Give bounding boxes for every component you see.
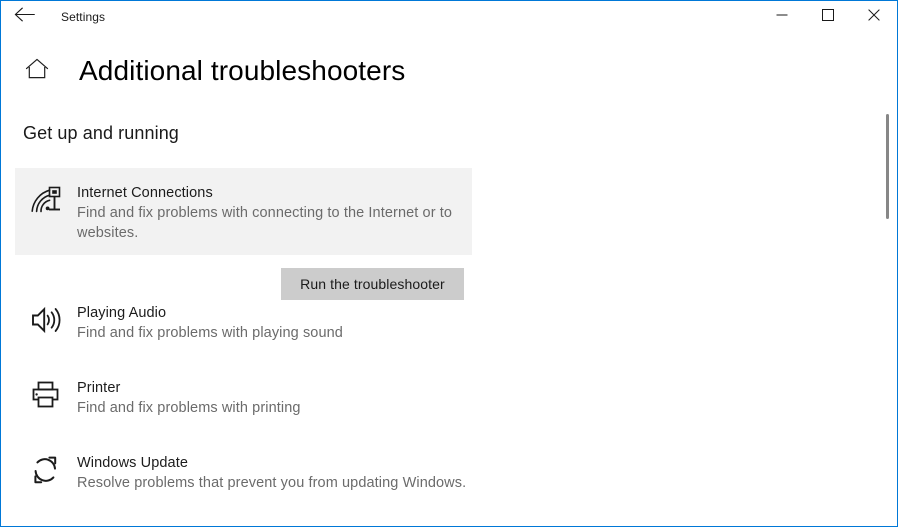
minimize-button[interactable] xyxy=(759,1,805,32)
troubleshooter-text: Windows Update Resolve problems that pre… xyxy=(65,453,466,493)
internet-connections-icon xyxy=(27,183,65,221)
home-button[interactable] xyxy=(15,49,59,93)
page-header: Additional troubleshooters xyxy=(1,49,405,93)
troubleshooter-name: Playing Audio xyxy=(77,305,167,321)
troubleshooter-name: Windows Update xyxy=(77,455,189,471)
troubleshooter-description: Find and fix problems with printing xyxy=(77,400,301,416)
troubleshooter-text: Playing Audio Find and fix problems with… xyxy=(65,303,343,343)
troubleshooter-text: Internet Connections Find and fix proble… xyxy=(65,183,469,243)
back-arrow-icon xyxy=(14,6,35,27)
close-button[interactable] xyxy=(851,1,897,32)
troubleshooter-item-printer[interactable]: Printer Find and fix problems with print… xyxy=(27,363,897,421)
troubleshooter-description: Resolve problems that prevent you from u… xyxy=(77,475,467,491)
app-title: Settings xyxy=(61,9,106,24)
troubleshooter-name: Printer xyxy=(77,380,121,396)
troubleshooter-text: Printer Find and fix problems with print… xyxy=(65,378,301,418)
close-icon xyxy=(868,8,880,26)
troubleshooter-list: Internet Connections Find and fix proble… xyxy=(1,168,897,496)
scrollbar-thumb[interactable] xyxy=(886,114,889,219)
caption-buttons xyxy=(759,1,897,32)
troubleshooter-item-windows-update[interactable]: Windows Update Resolve problems that pre… xyxy=(27,438,897,496)
minimize-icon xyxy=(776,8,788,26)
section-heading: Get up and running xyxy=(23,123,179,143)
title-bar: Settings xyxy=(1,1,897,32)
troubleshooter-row: Windows Update Resolve problems that pre… xyxy=(27,453,897,493)
page-title: Additional troubleshooters xyxy=(79,55,406,86)
troubleshooter-row: Playing Audio Find and fix problems with… xyxy=(27,303,897,343)
back-button[interactable] xyxy=(1,1,47,32)
home-icon xyxy=(24,57,50,86)
troubleshooter-row: Internet Connections Find and fix proble… xyxy=(27,183,472,243)
maximize-button[interactable] xyxy=(805,1,851,32)
settings-window: Settings Additional troubleshooters Get … xyxy=(0,0,898,527)
troubleshooter-item-internet-connections[interactable]: Internet Connections Find and fix proble… xyxy=(15,168,472,255)
run-troubleshooter-button[interactable]: Run the troubleshooter xyxy=(281,268,464,300)
troubleshooter-name: Internet Connections xyxy=(77,185,213,201)
sync-refresh-icon xyxy=(27,453,65,491)
speaker-icon xyxy=(27,303,65,341)
troubleshooter-row: Printer Find and fix problems with print… xyxy=(27,378,897,418)
vertical-scrollbar[interactable] xyxy=(880,32,896,525)
maximize-icon xyxy=(822,8,834,26)
printer-icon xyxy=(27,378,65,416)
troubleshooter-description: Find and fix problems with playing sound xyxy=(77,325,343,341)
troubleshooter-description: Find and fix problems with connecting to… xyxy=(77,205,453,241)
